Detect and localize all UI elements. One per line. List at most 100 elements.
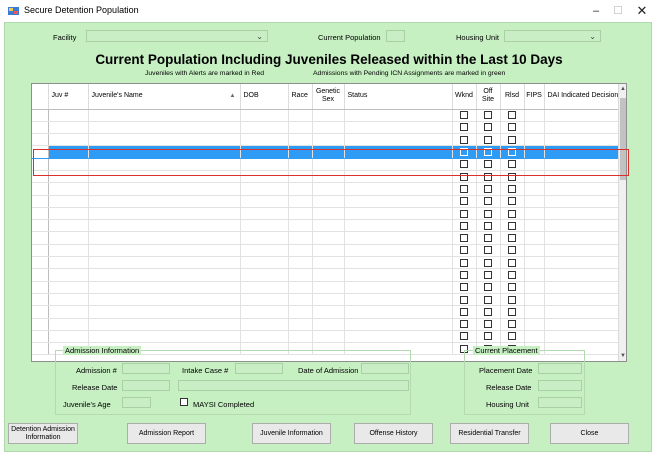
table-row[interactable] bbox=[32, 219, 621, 233]
close-button[interactable]: Close bbox=[550, 423, 629, 444]
table-row[interactable] bbox=[32, 330, 621, 344]
maysi-checkbox[interactable] bbox=[180, 398, 188, 406]
column-header-name[interactable]: Juvenile's Name ▲ bbox=[88, 84, 241, 110]
row-checkbox[interactable] bbox=[460, 221, 468, 230]
scroll-down-icon[interactable]: ▼ bbox=[619, 353, 626, 359]
table-row[interactable] bbox=[32, 121, 621, 135]
row-checkbox[interactable] bbox=[508, 184, 516, 193]
facility-dropdown[interactable]: ⌄ bbox=[86, 30, 268, 42]
column-header-juv-num[interactable]: Juv # bbox=[48, 84, 89, 110]
row-checkbox[interactable] bbox=[508, 123, 516, 132]
row-checkbox[interactable] bbox=[460, 184, 468, 193]
table-row[interactable] bbox=[32, 318, 621, 331]
column-header-genetic-sex[interactable]: Genetic Sex bbox=[312, 84, 345, 110]
close-window-button[interactable]: ✕ bbox=[631, 3, 653, 19]
row-checkbox[interactable] bbox=[460, 332, 468, 341]
row-header-cell[interactable] bbox=[32, 244, 49, 258]
row-checkbox[interactable] bbox=[484, 234, 492, 243]
minimize-button[interactable]: – bbox=[585, 3, 607, 19]
column-header-dai-decision[interactable]: DAI Indicated Decision bbox=[544, 84, 621, 110]
housing-unit-dropdown[interactable]: ⌄ bbox=[504, 30, 601, 42]
row-checkbox[interactable] bbox=[484, 221, 492, 230]
table-row[interactable] bbox=[32, 281, 621, 294]
residential-transfer-button[interactable]: Residential Transfer bbox=[450, 423, 529, 444]
row-checkbox[interactable] bbox=[460, 320, 468, 329]
row-checkbox[interactable] bbox=[484, 184, 492, 193]
table-row[interactable] bbox=[32, 231, 621, 245]
row-checkbox[interactable] bbox=[508, 234, 516, 243]
offense-history-button[interactable]: Offense History bbox=[354, 423, 433, 444]
row-checkbox[interactable] bbox=[508, 246, 516, 255]
maximize-button[interactable]: ☐ bbox=[607, 3, 629, 19]
row-checkbox[interactable] bbox=[460, 307, 468, 316]
row-header-cell[interactable] bbox=[32, 219, 49, 233]
row-checkbox[interactable] bbox=[508, 271, 516, 279]
row-checkbox[interactable] bbox=[484, 320, 492, 329]
row-checkbox[interactable] bbox=[460, 209, 468, 218]
row-header-cell[interactable] bbox=[32, 182, 49, 196]
row-checkbox[interactable] bbox=[484, 271, 492, 279]
row-checkbox[interactable] bbox=[484, 246, 492, 255]
table-row[interactable] bbox=[32, 305, 621, 319]
column-header-status[interactable]: Status bbox=[344, 84, 453, 110]
grid-vertical-scrollbar[interactable]: ▲ ▼ bbox=[618, 84, 626, 361]
row-checkbox[interactable] bbox=[508, 111, 516, 120]
row-checkbox[interactable] bbox=[508, 320, 516, 329]
row-checkbox[interactable] bbox=[484, 135, 492, 144]
column-header-off-site[interactable]: Off Site bbox=[476, 84, 501, 110]
row-header-cell[interactable] bbox=[32, 268, 49, 282]
row-header-cell[interactable] bbox=[32, 121, 49, 135]
row-checkbox[interactable] bbox=[508, 307, 516, 316]
row-header-cell[interactable] bbox=[32, 281, 49, 294]
row-checkbox[interactable] bbox=[484, 111, 492, 120]
row-checkbox[interactable] bbox=[484, 332, 492, 341]
row-checkbox[interactable] bbox=[460, 197, 468, 206]
row-checkbox[interactable] bbox=[460, 271, 468, 279]
row-checkbox[interactable] bbox=[508, 295, 516, 304]
row-header-cell[interactable] bbox=[32, 318, 49, 331]
table-row[interactable] bbox=[32, 182, 621, 196]
admission-report-button[interactable]: Admission Report bbox=[127, 423, 206, 444]
row-header-cell[interactable] bbox=[32, 207, 49, 221]
table-row[interactable] bbox=[32, 109, 621, 122]
row-checkbox[interactable] bbox=[508, 332, 516, 341]
row-header-cell[interactable] bbox=[32, 195, 49, 208]
juvenile-information-button[interactable]: Juvenile Information bbox=[252, 423, 331, 444]
column-header-rlsd[interactable]: Rlsd bbox=[500, 84, 525, 110]
row-checkbox[interactable] bbox=[484, 295, 492, 304]
row-checkbox[interactable] bbox=[460, 258, 468, 267]
table-row[interactable] bbox=[32, 268, 621, 282]
row-checkbox[interactable] bbox=[484, 197, 492, 206]
table-row[interactable] bbox=[32, 207, 621, 221]
row-checkbox[interactable] bbox=[460, 234, 468, 243]
row-checkbox[interactable] bbox=[508, 209, 516, 218]
table-row[interactable] bbox=[32, 256, 621, 270]
row-header-cell[interactable] bbox=[32, 305, 49, 319]
row-checkbox[interactable] bbox=[460, 111, 468, 120]
table-row[interactable] bbox=[32, 293, 621, 307]
table-row[interactable] bbox=[32, 244, 621, 258]
column-header-fips[interactable]: FIPS bbox=[524, 84, 545, 110]
row-header-cell[interactable] bbox=[32, 293, 49, 307]
row-checkbox[interactable] bbox=[484, 258, 492, 267]
row-checkbox[interactable] bbox=[508, 221, 516, 230]
row-checkbox[interactable] bbox=[508, 197, 516, 206]
row-header-cell[interactable] bbox=[32, 342, 49, 356]
row-checkbox[interactable] bbox=[460, 135, 468, 144]
row-checkbox[interactable] bbox=[508, 135, 516, 144]
column-header-wknd[interactable]: Wknd bbox=[452, 84, 477, 110]
row-header-cell[interactable] bbox=[32, 231, 49, 245]
scroll-up-icon[interactable]: ▲ bbox=[619, 86, 626, 92]
population-grid[interactable]: Juv # Juvenile's Name ▲ DOB Race Genetic … bbox=[31, 83, 627, 362]
row-checkbox[interactable] bbox=[508, 283, 516, 292]
detention-admission-button[interactable]: Detention Admission Information bbox=[8, 423, 78, 444]
table-row[interactable] bbox=[32, 195, 621, 208]
row-checkbox[interactable] bbox=[460, 246, 468, 255]
row-header-cell[interactable] bbox=[32, 256, 49, 270]
column-header-race[interactable]: Race bbox=[288, 84, 313, 110]
row-checkbox[interactable] bbox=[484, 123, 492, 132]
table-row[interactable] bbox=[32, 133, 621, 147]
row-header-cell[interactable] bbox=[32, 133, 49, 147]
row-checkbox[interactable] bbox=[484, 307, 492, 316]
row-header-cell[interactable] bbox=[32, 330, 49, 344]
